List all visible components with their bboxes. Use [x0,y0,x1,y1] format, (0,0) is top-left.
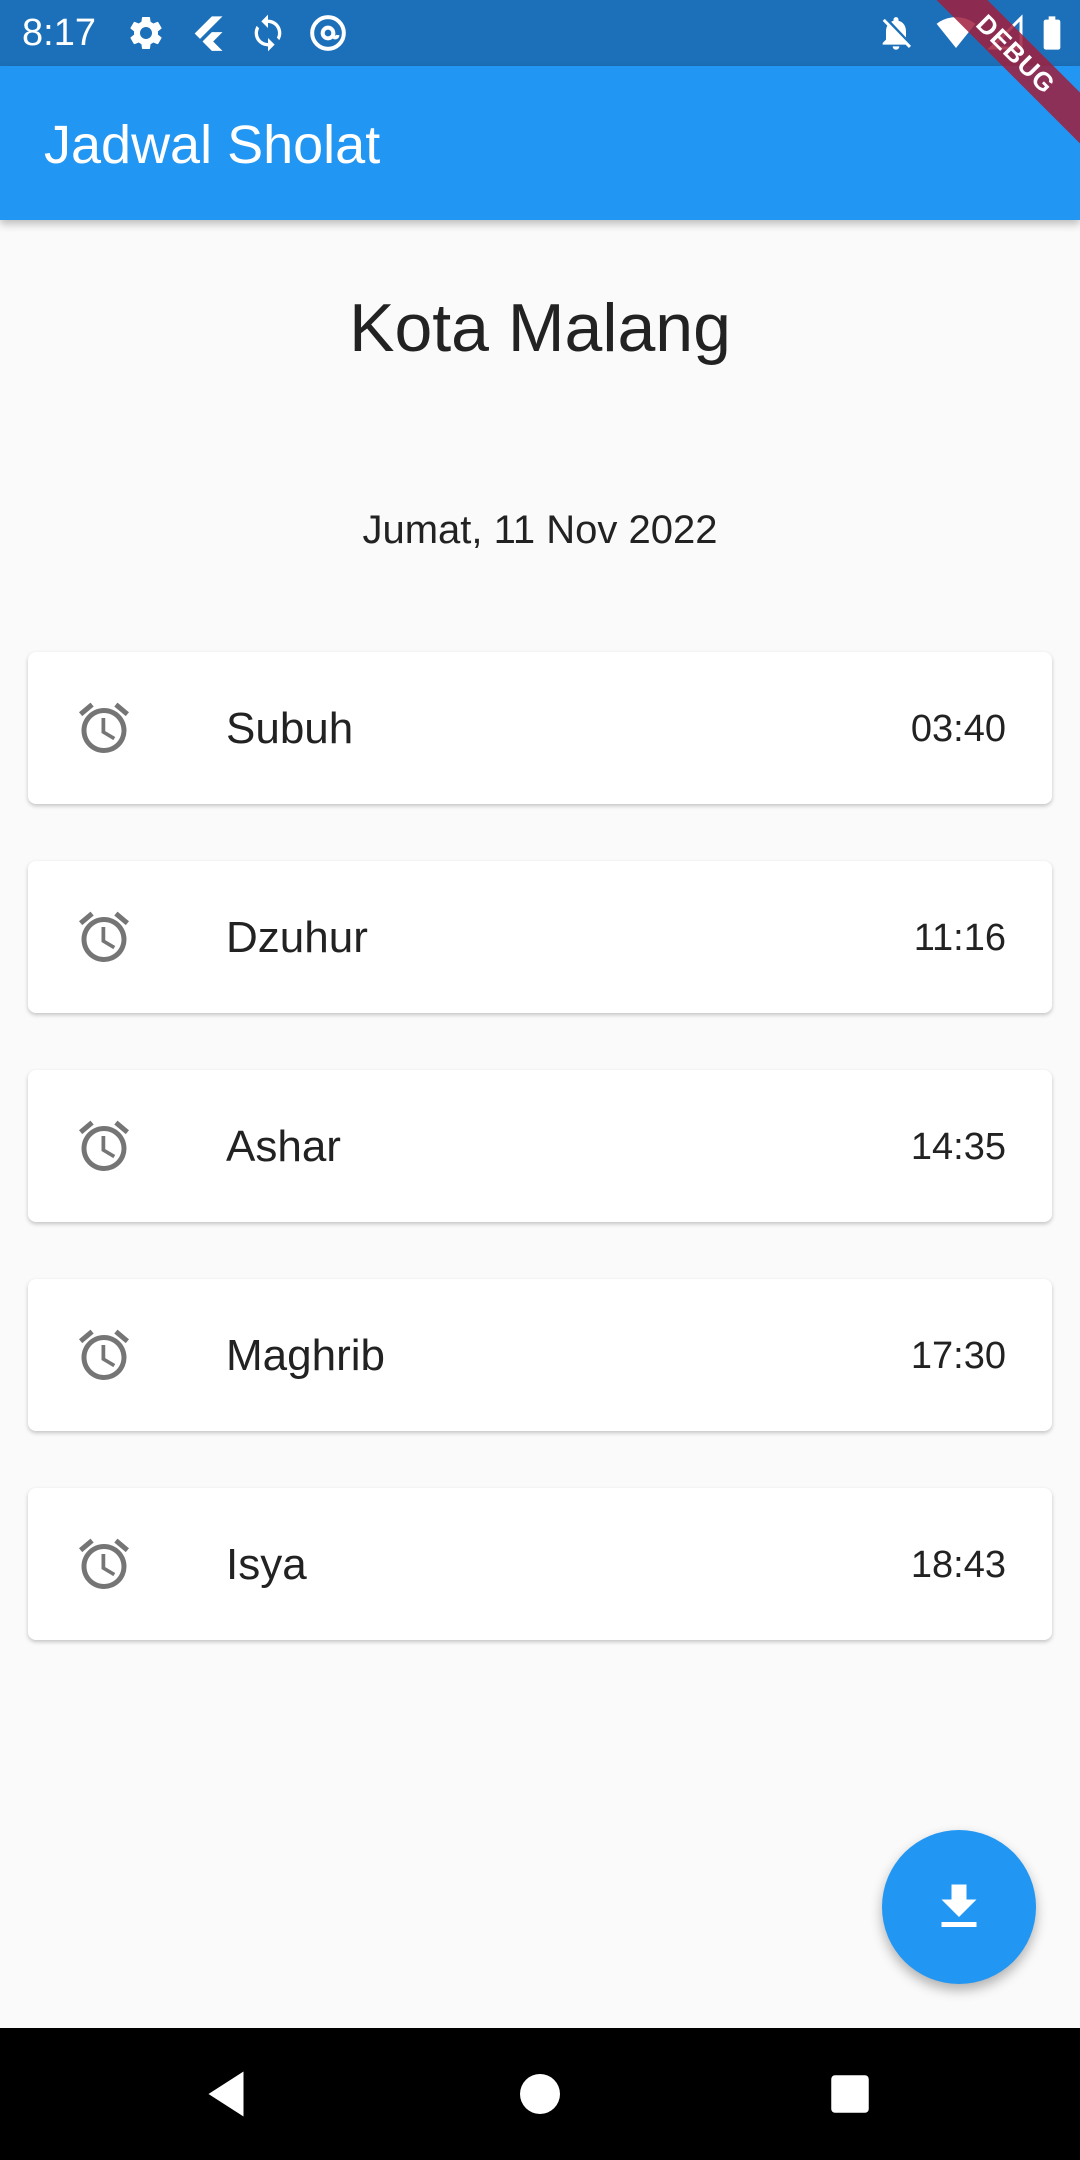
alarm-icon [74,1534,134,1594]
download-icon [941,1884,977,1927]
city-title: Kota Malang [349,290,731,366]
alarm-icon [74,1325,134,1385]
navigation-bar [0,2028,1080,2160]
app-title: Jadwal Sholat [44,115,381,175]
notifications-off-icon [876,13,916,53]
download-button[interactable] [882,1830,1036,1984]
prayer-time: 18:43 [910,1544,1006,1586]
date-label: Jumat, 11 Nov 2022 [362,508,718,552]
signal-icon [986,13,1026,53]
prayer-card-maghrib[interactable]: Maghrib 17:30 [28,1279,1052,1431]
sync-icon [248,13,288,53]
alarm-icon [74,698,134,758]
status-bar: 8:17 [0,0,1080,66]
prayer-name: Isya [226,1540,307,1589]
prayer-card-subuh[interactable]: Subuh 03:40 [28,652,1052,804]
prayer-time: 17:30 [910,1335,1006,1377]
alarm-icon [74,1116,134,1176]
prayer-name: Maghrib [226,1331,385,1380]
prayer-time: 14:35 [910,1126,1006,1168]
back-icon[interactable] [196,2064,256,2124]
prayer-name: Ashar [226,1122,341,1171]
prayer-card-dzuhur[interactable]: Dzuhur 11:16 [28,861,1052,1013]
alarm-icon [74,907,134,967]
status-time: 8:17 [22,12,96,54]
prayer-time: 03:40 [910,708,1006,750]
prayer-time: 11:16 [913,917,1006,959]
screen: 8:17 DEBUG Jadwal Sholat Kota Malang Jum… [0,0,1080,2160]
wifi-icon [936,13,976,53]
battery-icon [1032,13,1072,53]
flutter-icon [188,13,228,53]
recents-icon[interactable] [820,2064,880,2124]
prayer-name: Dzuhur [226,913,368,962]
at-sign-icon [308,13,348,53]
prayer-name: Subuh [226,704,354,753]
app-bar: Jadwal Sholat [0,66,1080,220]
prayer-card-ashar[interactable]: Ashar 14:35 [28,1070,1052,1222]
gear-icon [126,13,166,53]
prayer-card-isya[interactable]: Isya 18:43 [28,1488,1052,1640]
home-icon[interactable] [510,2064,570,2124]
prayer-list: Subuh 03:40 Dzuhur 11:16 Ashar 14:35 Mag… [28,652,1052,1697]
